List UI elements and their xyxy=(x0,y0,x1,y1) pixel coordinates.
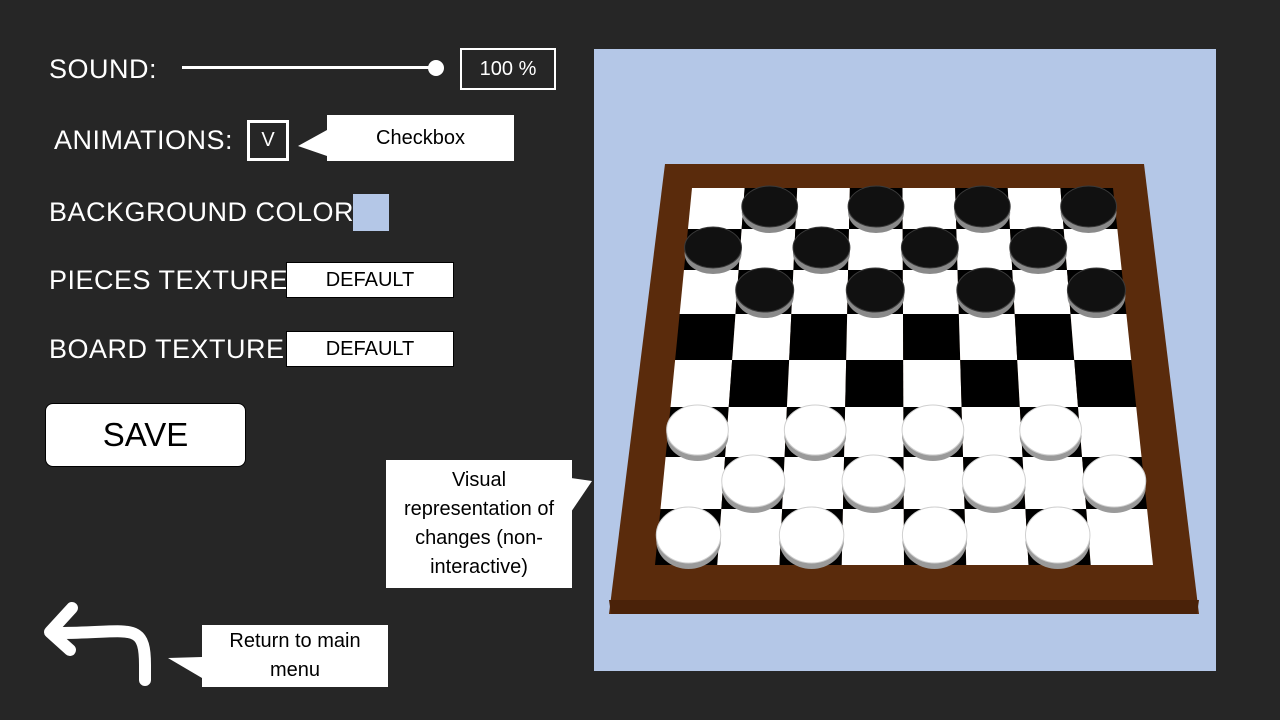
dark-square xyxy=(960,360,1020,407)
light-square xyxy=(732,314,792,360)
light-square xyxy=(670,360,733,407)
light-square xyxy=(725,407,787,457)
dark-square xyxy=(789,314,848,360)
light-square xyxy=(791,270,849,314)
dark-square xyxy=(845,360,904,407)
light-square xyxy=(687,188,745,229)
light-square xyxy=(679,270,739,314)
light-square xyxy=(795,188,850,229)
dark-square xyxy=(728,360,790,407)
dark-square xyxy=(903,314,961,360)
light-square xyxy=(1063,229,1122,270)
dark-piece xyxy=(953,185,1011,233)
light-square xyxy=(903,457,965,509)
light-square xyxy=(1086,509,1153,565)
light-piece xyxy=(721,454,786,513)
dark-piece xyxy=(847,185,905,233)
board-frame-bottom-edge xyxy=(609,600,1199,614)
light-square xyxy=(958,314,1018,360)
dark-piece xyxy=(1009,226,1068,274)
dark-piece xyxy=(735,267,795,318)
dark-piece xyxy=(1066,267,1126,318)
light-square xyxy=(956,229,1013,270)
dark-piece xyxy=(956,267,1016,318)
light-square xyxy=(902,188,957,229)
back-callout: Return to main menu xyxy=(202,625,388,687)
dark-square xyxy=(1014,314,1075,360)
light-square xyxy=(1070,314,1132,360)
light-square xyxy=(1012,270,1071,314)
preview-callout: Visual representation of changes (non-in… xyxy=(386,460,572,588)
light-square xyxy=(786,360,847,407)
back-callout-tail xyxy=(168,657,202,678)
dark-piece xyxy=(900,226,959,274)
light-piece xyxy=(961,454,1026,513)
light-square xyxy=(1078,407,1142,457)
light-piece xyxy=(666,404,729,461)
light-square xyxy=(738,229,796,270)
dark-piece xyxy=(684,226,743,274)
light-piece xyxy=(783,404,847,461)
light-piece xyxy=(841,454,906,513)
board-preview xyxy=(44,130,1199,686)
dark-piece xyxy=(792,226,851,274)
light-piece xyxy=(901,404,965,461)
light-square xyxy=(841,509,904,565)
light-square xyxy=(903,360,962,407)
dark-square xyxy=(1074,360,1137,407)
dark-piece xyxy=(1060,185,1117,233)
light-piece xyxy=(1024,506,1091,569)
light-piece xyxy=(901,506,968,569)
checkbox-callout: Checkbox xyxy=(327,115,514,161)
light-square xyxy=(964,509,1029,565)
dark-piece xyxy=(845,267,905,318)
light-square xyxy=(1017,360,1079,407)
light-square xyxy=(846,314,904,360)
light-square xyxy=(1022,457,1087,509)
preview-callout-tail xyxy=(571,478,592,512)
light-square xyxy=(961,407,1023,457)
light-piece xyxy=(655,506,722,569)
light-square xyxy=(848,229,903,270)
light-square xyxy=(902,270,959,314)
light-square xyxy=(844,407,904,457)
light-square xyxy=(660,457,726,509)
light-piece xyxy=(778,506,845,569)
light-piece xyxy=(1019,404,1082,461)
light-piece xyxy=(1082,454,1147,513)
dark-piece xyxy=(741,185,799,233)
return-arrow-icon[interactable] xyxy=(44,602,151,686)
light-square xyxy=(782,457,845,509)
checkbox-callout-tail xyxy=(298,130,327,156)
light-square xyxy=(717,509,783,565)
light-square xyxy=(1007,188,1064,229)
dark-square xyxy=(675,314,736,360)
